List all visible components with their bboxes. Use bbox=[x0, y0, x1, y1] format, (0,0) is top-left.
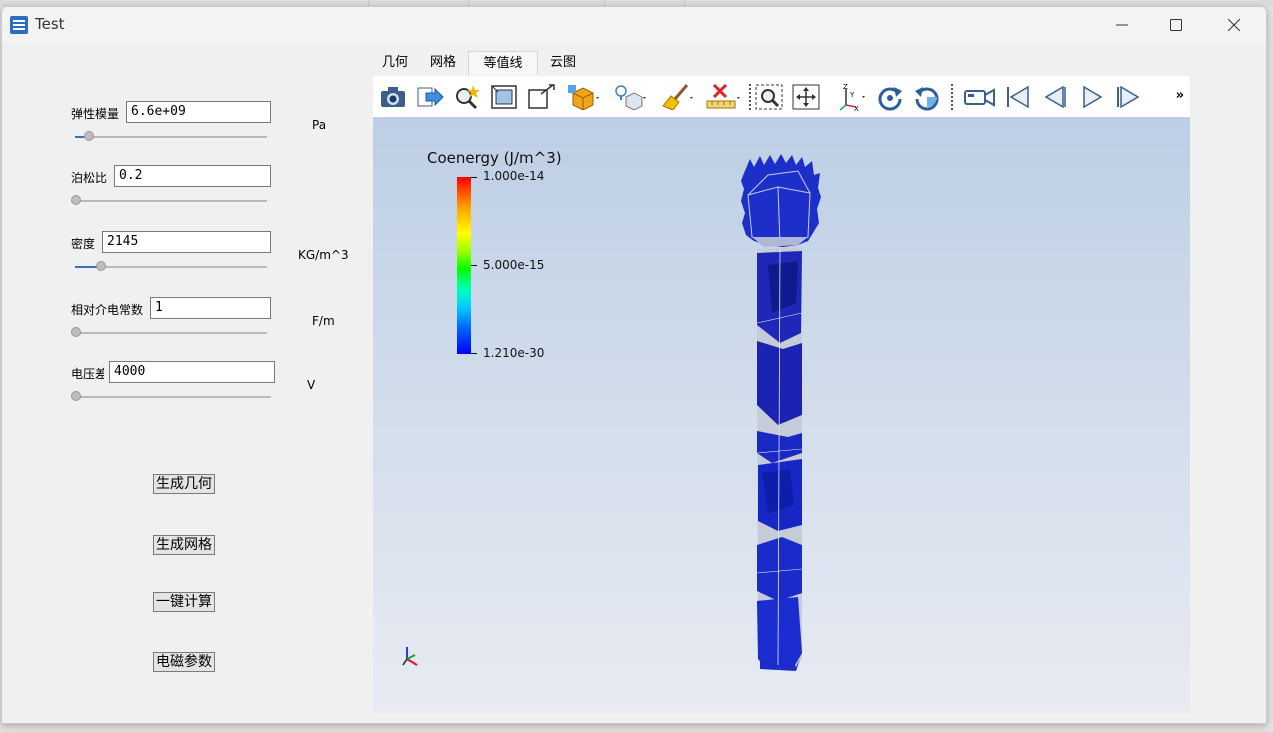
fit-box-icon[interactable] bbox=[489, 82, 519, 112]
tab-cloud[interactable]: 云图 bbox=[541, 51, 585, 75]
poisson-ratio-slider[interactable] bbox=[71, 195, 267, 207]
axes-icon[interactable]: ZYX bbox=[835, 82, 869, 112]
svg-text:X: X bbox=[854, 105, 859, 111]
permittivity-unit: F/m bbox=[312, 314, 335, 328]
window-title: Test bbox=[35, 15, 65, 33]
svg-text:Z: Z bbox=[843, 83, 848, 91]
density-input[interactable]: 2145 bbox=[102, 231, 271, 253]
slider-handle[interactable] bbox=[71, 195, 81, 205]
render-viewport[interactable]: Coenergy (J/m^3) 1.000e-14 5.000e-15 1.2… bbox=[373, 117, 1190, 713]
legend-mid-label: 5.000e-15 bbox=[483, 258, 545, 272]
permittivity-input[interactable]: 1 bbox=[150, 297, 271, 319]
slider-handle[interactable] bbox=[96, 261, 106, 271]
app-window: Test 弹性模量 6.6e+09 Pa 泊松比 0.2 密度 2145 KG/… bbox=[1, 6, 1267, 724]
elastic-modulus-unit: Pa bbox=[312, 118, 327, 132]
color-bar bbox=[457, 177, 471, 354]
previous-frame-icon[interactable] bbox=[1039, 82, 1069, 112]
toolbar-overflow-button[interactable]: » bbox=[1176, 88, 1184, 103]
tab-contour[interactable]: 等值线 bbox=[468, 51, 538, 75]
slider-handle[interactable] bbox=[71, 327, 81, 337]
tab-geometry[interactable]: 几何 bbox=[373, 51, 417, 75]
permittivity-label: 相对介电常数 bbox=[71, 303, 144, 317]
density-slider[interactable] bbox=[75, 261, 267, 273]
minimize-button[interactable] bbox=[1099, 7, 1145, 43]
maximize-button[interactable] bbox=[1153, 7, 1199, 43]
tab-mesh[interactable]: 网格 bbox=[421, 51, 465, 75]
svg-text:Y: Y bbox=[849, 91, 855, 99]
zoom-magic-icon[interactable] bbox=[452, 82, 482, 112]
legend-title: Coenergy (J/m^3) bbox=[427, 149, 562, 167]
camera-icon[interactable] bbox=[378, 82, 408, 112]
broom-icon[interactable] bbox=[660, 82, 696, 112]
close-button[interactable] bbox=[1211, 7, 1257, 43]
elastic-modulus-input[interactable]: 6.6e+09 bbox=[126, 101, 271, 123]
first-frame-icon[interactable] bbox=[1002, 82, 1032, 112]
export-icon[interactable] bbox=[415, 82, 445, 112]
minimize-icon bbox=[1116, 24, 1128, 26]
voltage-label: 电压差 bbox=[71, 367, 104, 381]
legend-tick bbox=[471, 177, 477, 178]
viewer-toolbar: ZYX » bbox=[373, 76, 1190, 117]
legend-tick bbox=[471, 353, 477, 354]
elastic-modulus-label: 弹性模量 bbox=[71, 107, 120, 121]
generate-geometry-button[interactable]: 生成几何 bbox=[153, 474, 215, 494]
slider-handle[interactable] bbox=[71, 391, 81, 401]
pan-icon[interactable] bbox=[791, 82, 821, 112]
close-icon bbox=[1228, 19, 1240, 31]
em-params-button[interactable]: 电磁参数 bbox=[153, 652, 215, 672]
zoom-region-icon[interactable] bbox=[754, 82, 784, 112]
camera-video-icon[interactable] bbox=[962, 82, 998, 112]
elastic-modulus-slider[interactable] bbox=[75, 131, 267, 143]
delete-ruler-icon[interactable] bbox=[705, 82, 743, 112]
density-label: 密度 bbox=[71, 237, 96, 251]
app-icon bbox=[10, 16, 28, 34]
voltage-slider[interactable] bbox=[71, 391, 271, 403]
maximize-icon bbox=[1170, 19, 1182, 31]
toolbar-separator bbox=[749, 84, 751, 110]
generate-mesh-button[interactable]: 生成网格 bbox=[153, 535, 215, 555]
cube-orange-icon[interactable] bbox=[566, 82, 602, 112]
toolbar-separator bbox=[951, 84, 953, 110]
voltage-unit: V bbox=[307, 378, 316, 392]
last-frame-icon[interactable] bbox=[1113, 82, 1143, 112]
title-bar[interactable]: Test bbox=[2, 7, 1266, 43]
model-rod bbox=[741, 154, 821, 671]
legend-tick bbox=[471, 265, 477, 266]
box-corner-icon[interactable] bbox=[526, 82, 556, 112]
rotate-ccw-icon[interactable] bbox=[912, 82, 942, 112]
orientation-axes-icon bbox=[402, 647, 418, 666]
play-icon[interactable] bbox=[1076, 82, 1106, 112]
slider-handle[interactable] bbox=[84, 131, 94, 141]
permittivity-slider[interactable] bbox=[71, 327, 267, 339]
poisson-ratio-label: 泊松比 bbox=[71, 171, 108, 185]
poisson-ratio-input[interactable]: 0.2 bbox=[114, 165, 271, 187]
light-bulb-icon[interactable] bbox=[613, 82, 649, 112]
voltage-input[interactable]: 4000 bbox=[109, 361, 275, 383]
legend-max-label: 1.000e-14 bbox=[483, 169, 545, 183]
rotate-cw-icon[interactable] bbox=[875, 82, 905, 112]
compute-button[interactable]: 一键计算 bbox=[153, 592, 215, 612]
legend-min-label: 1.210e-30 bbox=[483, 346, 545, 360]
density-unit: KG/m^3 bbox=[298, 248, 349, 262]
